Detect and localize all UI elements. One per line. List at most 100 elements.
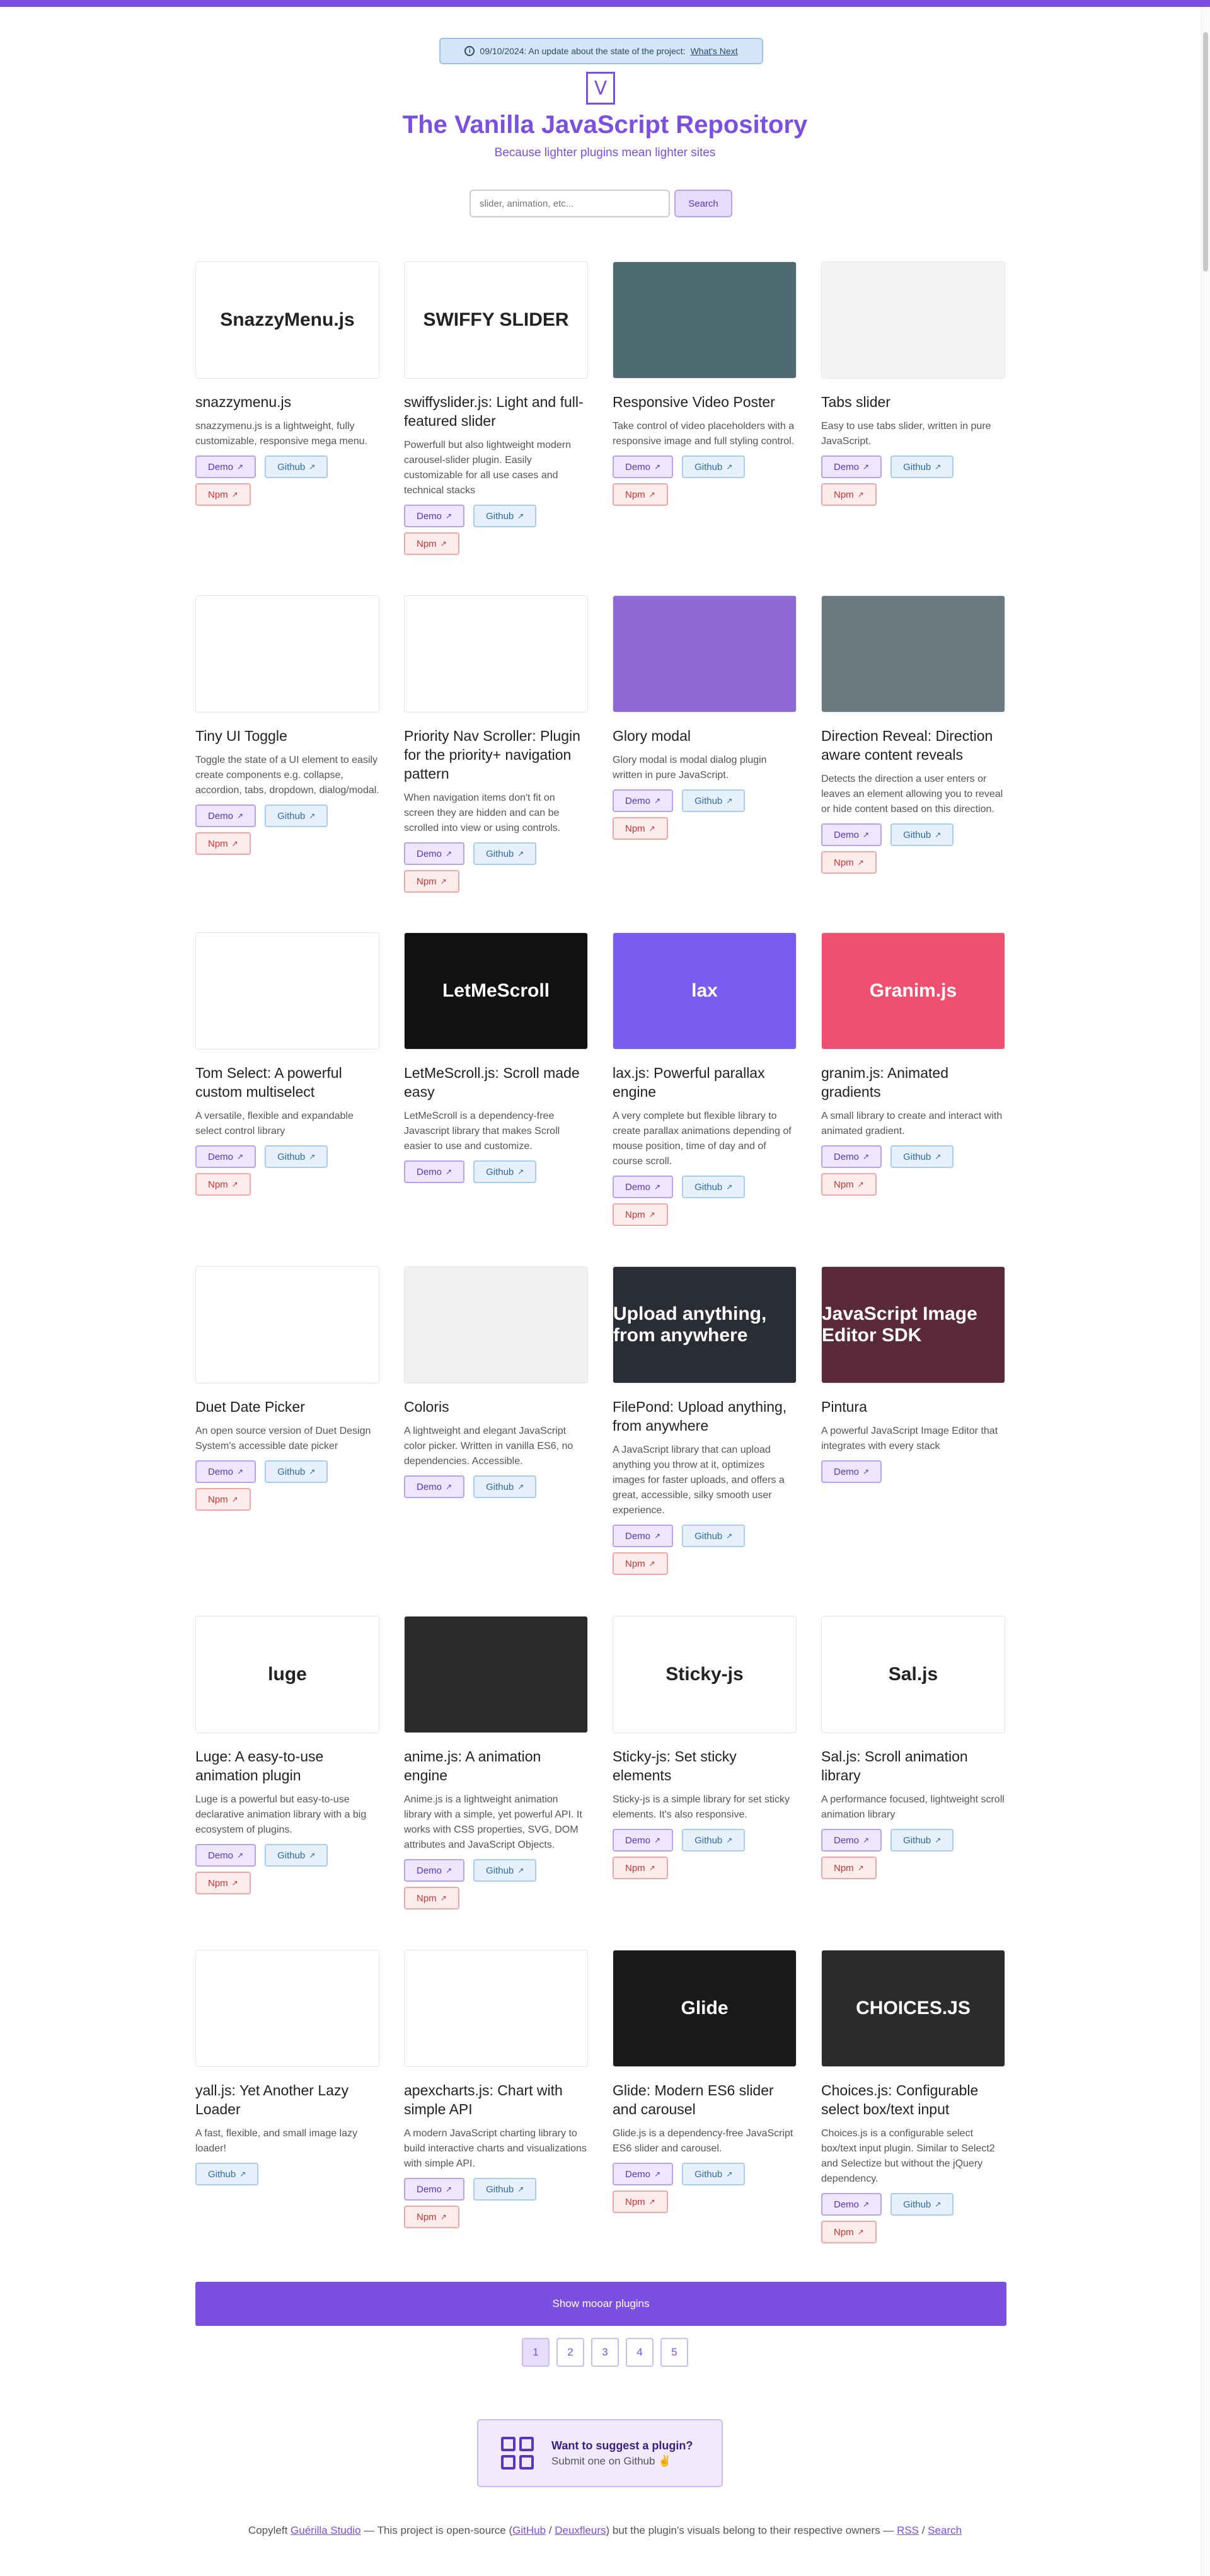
plugin-thumbnail[interactable]: JavaScript Image Editor SDK bbox=[821, 1266, 1005, 1383]
github-button[interactable]: Github ↗ bbox=[682, 1829, 746, 1852]
npm-button[interactable]: Npm ↗ bbox=[821, 483, 877, 506]
demo-button[interactable]: Demo ↗ bbox=[821, 455, 882, 478]
plugin-thumbnail[interactable]: Sal.js bbox=[821, 1616, 1005, 1733]
search-button[interactable]: Search bbox=[674, 190, 732, 217]
studio-link[interactable]: Guérilla Studio bbox=[291, 2524, 361, 2536]
plugin-name[interactable]: anime.js: A animation engine bbox=[404, 1747, 588, 1785]
plugin-name[interactable]: lax.js: Powerful parallax engine bbox=[613, 1063, 797, 1101]
github-button[interactable]: Github ↗ bbox=[265, 1844, 328, 1867]
npm-button[interactable]: Npm ↗ bbox=[404, 532, 459, 555]
plugin-name[interactable]: Tom Select: A powerful custom multiselec… bbox=[195, 1063, 379, 1101]
plugin-thumbnail[interactable]: CHOICES.JS bbox=[821, 1950, 1005, 2067]
github-button[interactable]: Github ↗ bbox=[265, 1145, 328, 1168]
plugin-thumbnail[interactable] bbox=[821, 595, 1005, 713]
demo-button[interactable]: Demo ↗ bbox=[821, 823, 882, 846]
github-button[interactable]: Github ↗ bbox=[890, 1829, 954, 1852]
demo-button[interactable]: Demo ↗ bbox=[613, 455, 674, 478]
demo-button[interactable]: Demo ↗ bbox=[195, 1460, 256, 1483]
npm-button[interactable]: Npm ↗ bbox=[821, 1857, 877, 1879]
plugin-name[interactable]: Luge: A easy-to-use animation plugin bbox=[195, 1747, 379, 1785]
github-button[interactable]: Github ↗ bbox=[265, 1460, 328, 1483]
github-button[interactable]: Github ↗ bbox=[473, 1475, 537, 1498]
plugin-thumbnail[interactable] bbox=[195, 1950, 379, 2067]
demo-button[interactable]: Demo ↗ bbox=[613, 2163, 674, 2185]
page-5-button[interactable]: 5 bbox=[660, 2338, 688, 2367]
github-button[interactable]: Github ↗ bbox=[265, 804, 328, 827]
page-2-button[interactable]: 2 bbox=[556, 2338, 584, 2367]
github-button[interactable]: Github ↗ bbox=[890, 2193, 954, 2216]
scrollbar[interactable] bbox=[1201, 7, 1210, 2576]
npm-button[interactable]: Npm ↗ bbox=[404, 870, 459, 893]
demo-button[interactable]: Demo ↗ bbox=[821, 1460, 882, 1483]
github-button[interactable]: Github ↗ bbox=[473, 842, 537, 865]
demo-button[interactable]: Demo ↗ bbox=[613, 1829, 674, 1852]
github-link[interactable]: GitHub bbox=[512, 2524, 546, 2536]
search-link[interactable]: Search bbox=[928, 2524, 962, 2536]
github-button[interactable]: Github ↗ bbox=[195, 2163, 259, 2185]
github-button[interactable]: Github ↗ bbox=[682, 2163, 746, 2185]
plugin-name[interactable]: snazzymenu.js bbox=[195, 392, 379, 411]
github-button[interactable]: Github ↗ bbox=[473, 1160, 537, 1183]
plugin-name[interactable]: granim.js: Animated gradients bbox=[821, 1063, 1005, 1101]
plugin-thumbnail[interactable]: Glide bbox=[613, 1950, 797, 2067]
demo-button[interactable]: Demo ↗ bbox=[404, 1160, 465, 1183]
site-logo[interactable]: V bbox=[586, 72, 615, 105]
demo-button[interactable]: Demo ↗ bbox=[404, 2178, 465, 2201]
plugin-thumbnail[interactable] bbox=[195, 932, 379, 1050]
github-button[interactable]: Github ↗ bbox=[473, 2178, 537, 2201]
github-button[interactable]: Github ↗ bbox=[682, 1525, 746, 1547]
github-button[interactable]: Github ↗ bbox=[890, 823, 954, 846]
page-1-button[interactable]: 1 bbox=[522, 2338, 550, 2367]
plugin-thumbnail[interactable] bbox=[404, 1950, 588, 2067]
npm-button[interactable]: Npm ↗ bbox=[404, 2206, 459, 2228]
suggest-plugin-box[interactable]: Want to suggest a plugin? Submit one on … bbox=[477, 2419, 723, 2487]
demo-button[interactable]: Demo ↗ bbox=[821, 2193, 882, 2216]
plugin-thumbnail[interactable] bbox=[195, 1266, 379, 1383]
plugin-thumbnail[interactable] bbox=[613, 595, 797, 713]
demo-button[interactable]: Demo ↗ bbox=[195, 1844, 256, 1867]
plugin-thumbnail[interactable] bbox=[404, 1266, 588, 1383]
demo-button[interactable]: Demo ↗ bbox=[195, 1145, 256, 1168]
npm-button[interactable]: Npm ↗ bbox=[195, 1488, 251, 1511]
demo-button[interactable]: Demo ↗ bbox=[613, 1525, 674, 1547]
page-3-button[interactable]: 3 bbox=[591, 2338, 619, 2367]
npm-button[interactable]: Npm ↗ bbox=[613, 1552, 668, 1575]
github-button[interactable]: Github ↗ bbox=[473, 505, 537, 527]
npm-button[interactable]: Npm ↗ bbox=[821, 2221, 877, 2243]
plugin-thumbnail[interactable] bbox=[404, 595, 588, 713]
rss-link[interactable]: RSS bbox=[897, 2524, 919, 2536]
demo-button[interactable]: Demo ↗ bbox=[613, 789, 674, 812]
plugin-thumbnail[interactable]: Granim.js bbox=[821, 932, 1005, 1050]
plugin-name[interactable]: apexcharts.js: Chart with simple API bbox=[404, 2081, 588, 2119]
plugin-name[interactable]: Glory modal bbox=[613, 726, 797, 745]
github-button[interactable]: Github ↗ bbox=[890, 1145, 954, 1168]
plugin-thumbnail[interactable] bbox=[404, 1616, 588, 1733]
plugin-name[interactable]: Responsive Video Poster bbox=[613, 392, 797, 411]
demo-button[interactable]: Demo ↗ bbox=[404, 842, 465, 865]
plugin-thumbnail[interactable] bbox=[821, 261, 1005, 379]
plugin-thumbnail[interactable]: LetMeScroll bbox=[404, 932, 588, 1050]
github-button[interactable]: Github ↗ bbox=[265, 455, 328, 478]
github-button[interactable]: Github ↗ bbox=[682, 1176, 746, 1198]
plugin-thumbnail[interactable]: SWIFFY SLIDER bbox=[404, 261, 588, 379]
plugin-name[interactable]: Duet Date Picker bbox=[195, 1397, 379, 1416]
github-button[interactable]: Github ↗ bbox=[473, 1859, 537, 1882]
plugin-thumbnail[interactable]: SnazzyMenu.js bbox=[195, 261, 379, 379]
plugin-name[interactable]: Tiny UI Toggle bbox=[195, 726, 379, 745]
github-button[interactable]: Github ↗ bbox=[682, 789, 746, 812]
demo-button[interactable]: Demo ↗ bbox=[613, 1176, 674, 1198]
plugin-thumbnail[interactable]: Sticky-js bbox=[613, 1616, 797, 1733]
plugin-thumbnail[interactable]: luge bbox=[195, 1616, 379, 1733]
plugin-name[interactable]: Tabs slider bbox=[821, 392, 1005, 411]
plugin-thumbnail[interactable]: lax bbox=[613, 932, 797, 1050]
plugin-name[interactable]: yall.js: Yet Another Lazy Loader bbox=[195, 2081, 379, 2119]
plugin-name[interactable]: LetMeScroll.js: Scroll made easy bbox=[404, 1063, 588, 1101]
plugin-name[interactable]: Priority Nav Scroller: Plugin for the pr… bbox=[404, 726, 588, 783]
demo-button[interactable]: Demo ↗ bbox=[821, 1829, 882, 1852]
npm-button[interactable]: Npm ↗ bbox=[404, 1887, 459, 1909]
plugin-name[interactable]: Glide: Modern ES6 slider and carousel bbox=[613, 2081, 797, 2119]
deuxfleurs-link[interactable]: Deuxfleurs bbox=[555, 2524, 606, 2536]
plugin-name[interactable]: swiffyslider.js: Light and full-featured… bbox=[404, 392, 588, 430]
demo-button[interactable]: Demo ↗ bbox=[404, 1475, 465, 1498]
npm-button[interactable]: Npm ↗ bbox=[613, 817, 668, 840]
